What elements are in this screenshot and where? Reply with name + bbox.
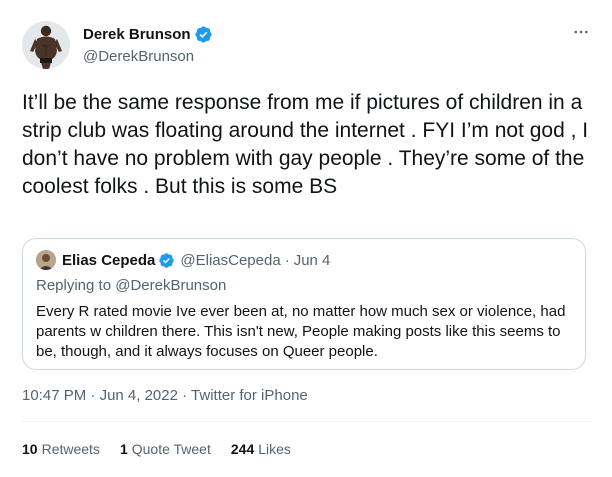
retweets-label: Retweets: [41, 441, 100, 457]
quoted-author-avatar: [36, 250, 56, 270]
likes-stat[interactable]: 244 Likes: [231, 441, 291, 457]
tweet-header: Derek Brunson @DerekBrunson: [22, 21, 592, 71]
quoted-date: Jun 4: [293, 251, 331, 269]
author-handle[interactable]: @DerekBrunson: [83, 48, 194, 65]
tweet-time[interactable]: 10:47 PM: [22, 387, 86, 404]
more-options-icon[interactable]: [570, 21, 592, 43]
replying-to-label: Replying to: [36, 277, 112, 294]
quoted-verified-badge-icon: [158, 252, 175, 269]
tweet-source[interactable]: Twitter for iPhone: [191, 387, 308, 404]
verified-badge-icon: [194, 25, 213, 44]
divider: [22, 421, 592, 422]
quoted-tweet-text: Every R rated movie Ive ever been at, no…: [36, 303, 566, 360]
likes-count: 244: [230, 441, 255, 457]
quoted-tweet[interactable]: Elias Cepeda @EliasCepeda · Jun 4 Replyi…: [22, 238, 586, 370]
quote-tweets-stat[interactable]: 1 Quote Tweet: [120, 441, 211, 457]
quoted-tweet-header: Elias Cepeda @EliasCepeda · Jun 4: [36, 250, 330, 270]
tweet-text: It’ll be the same response from me if pi…: [22, 91, 589, 198]
retweets-count: 10: [22, 441, 38, 457]
meta-separator: ·: [90, 387, 96, 404]
meta-separator: ·: [182, 387, 188, 404]
quoted-author-name: Elias Cepeda: [62, 251, 156, 269]
author-name[interactable]: Derek Brunson: [83, 25, 213, 44]
author-avatar[interactable]: [22, 21, 70, 69]
likes-label: Likes: [258, 441, 291, 457]
quoted-separator: ·: [284, 251, 290, 269]
tweet-metadata: 10:47 PM · Jun 4, 2022 · Twitter for iPh…: [22, 387, 308, 404]
quote-tweets-label: Quote Tweet: [131, 441, 211, 457]
quoted-replying-to: Replying to @DerekBrunson: [36, 277, 226, 294]
tweet-stats: 10 Retweets 1 Quote Tweet 244 Likes: [22, 441, 311, 457]
quote-tweets-count: 1: [119, 441, 128, 457]
author-name-text[interactable]: Derek Brunson: [83, 26, 191, 43]
replying-to-handle: @DerekBrunson: [115, 277, 227, 294]
quoted-author-handle: @EliasCepeda: [180, 251, 281, 269]
retweets-stat[interactable]: 10 Retweets: [22, 441, 100, 457]
tweet-date[interactable]: Jun 4, 2022: [100, 387, 178, 404]
